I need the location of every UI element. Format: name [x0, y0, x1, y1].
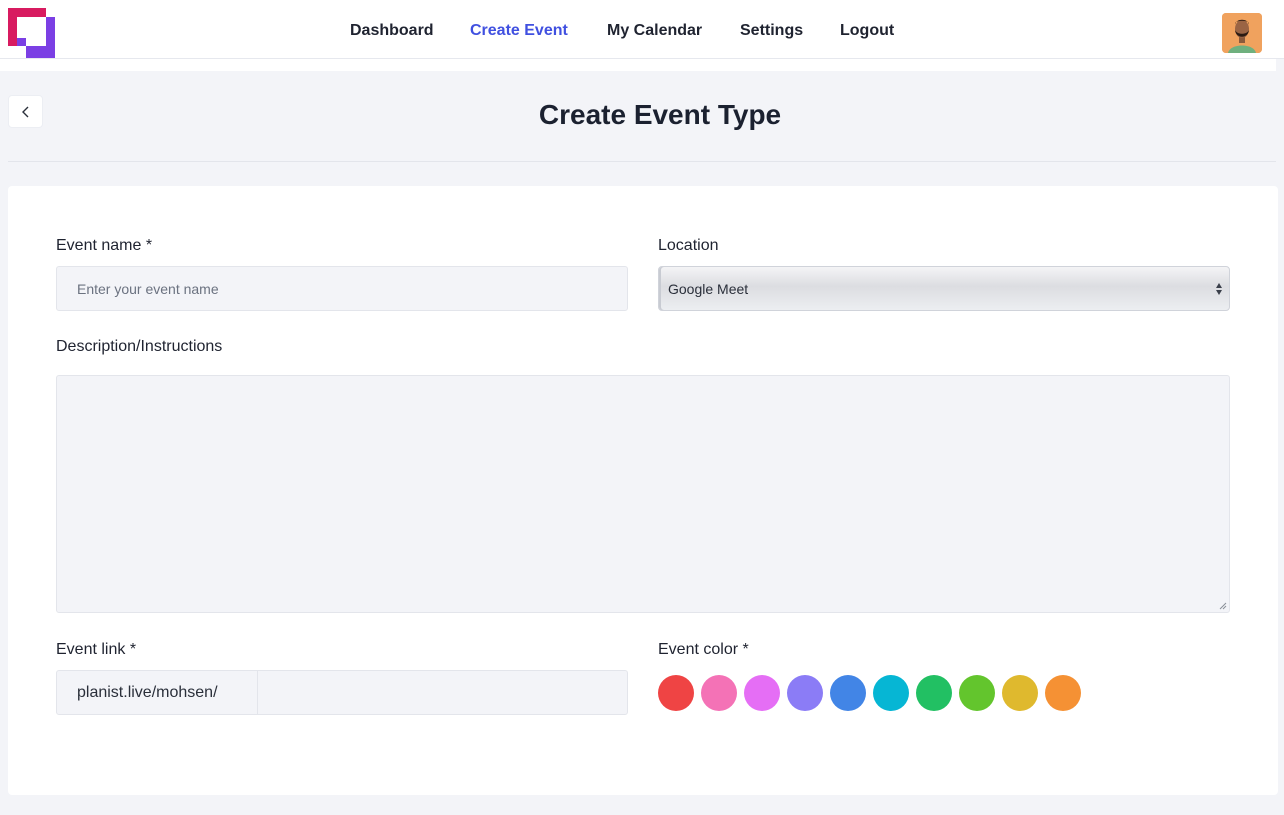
color-swatch[interactable] [701, 675, 737, 711]
top-navigation-bar: Dashboard Create Event My Calendar Setti… [0, 0, 1284, 59]
nav-settings[interactable]: Settings [740, 22, 803, 40]
select-arrows-icon [1216, 283, 1222, 295]
color-swatch[interactable] [916, 675, 952, 711]
event-name-input[interactable] [56, 266, 628, 311]
nav-dashboard[interactable]: Dashboard [350, 22, 434, 40]
event-link-label: Event link * [56, 641, 137, 658]
page-title: Create Event Type [538, 99, 782, 130]
color-swatch[interactable] [787, 675, 823, 711]
title-divider [8, 161, 1276, 162]
color-swatch[interactable] [959, 675, 995, 711]
color-swatch[interactable] [1002, 675, 1038, 711]
event-link-input[interactable] [259, 671, 627, 714]
event-name-label: Event name * [56, 237, 153, 254]
color-swatch[interactable] [1045, 675, 1081, 711]
event-link-field: planist.live/mohsen/ [56, 670, 628, 715]
user-avatar[interactable] [1222, 13, 1262, 53]
location-selected-value: Google Meet [668, 281, 749, 297]
header-spacer [0, 59, 1276, 71]
main-nav: Dashboard Create Event My Calendar Setti… [0, 0, 1284, 59]
location-label: Location [658, 237, 719, 254]
color-swatch[interactable] [658, 675, 694, 711]
nav-create-event[interactable]: Create Event [470, 22, 568, 40]
location-select[interactable]: Google Meet [658, 266, 1230, 311]
color-swatch[interactable] [744, 675, 780, 711]
resize-grip-icon[interactable] [1219, 602, 1227, 610]
color-swatch[interactable] [830, 675, 866, 711]
nav-logout[interactable]: Logout [840, 22, 894, 40]
event-link-prefix: planist.live/mohsen/ [57, 671, 258, 714]
event-color-label: Event color * [658, 641, 749, 658]
nav-my-calendar[interactable]: My Calendar [607, 22, 702, 40]
description-textarea[interactable] [56, 375, 1230, 613]
description-label: Description/Instructions [56, 338, 223, 355]
create-event-form-card: Event name * Location Google Meet Descri… [8, 186, 1278, 795]
color-swatch[interactable] [873, 675, 909, 711]
